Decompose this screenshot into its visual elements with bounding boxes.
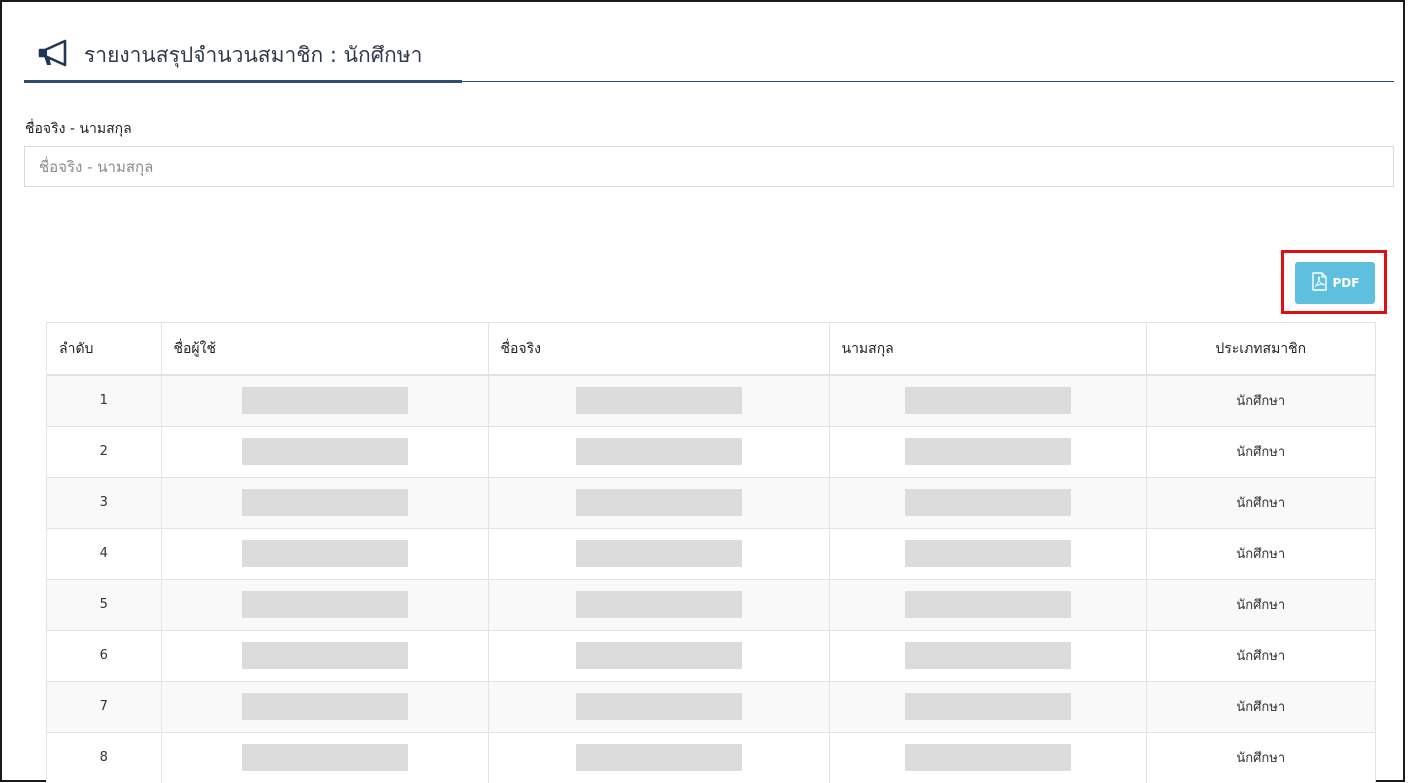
- row-number: 2: [47, 425, 162, 477]
- redacted-firstname: [575, 540, 742, 567]
- redacted-username: [241, 540, 408, 567]
- table-row: 3 นักศึกษา: [47, 476, 1375, 528]
- header-underline: [24, 80, 462, 83]
- column-header-firstname[interactable]: ชื่อจริง: [488, 323, 830, 376]
- table-header-row: ลำดับ ชื่อผู้ใช้ ชื่อจริง นามสกุล ประเภท…: [47, 323, 1375, 376]
- redacted-firstname: [575, 693, 742, 720]
- redacted-username: [241, 693, 408, 720]
- redacted-username: [241, 387, 408, 415]
- column-header-number[interactable]: ลำดับ: [47, 323, 162, 376]
- row-number: 7: [47, 680, 162, 732]
- row-number: 3: [47, 476, 162, 528]
- redacted-firstname: [575, 744, 742, 772]
- redacted-lastname: [904, 540, 1071, 567]
- megaphone-icon: [38, 38, 72, 68]
- row-number: 6: [47, 629, 162, 681]
- member-type-cell: นักศึกษา: [1146, 629, 1375, 681]
- member-type-cell: นักศึกษา: [1146, 425, 1375, 477]
- redacted-username: [241, 642, 408, 669]
- redacted-username: [241, 744, 408, 772]
- table-row: 8 นักศึกษา: [47, 731, 1375, 783]
- redacted-username: [241, 591, 408, 618]
- member-type-cell: นักศึกษา: [1146, 680, 1375, 732]
- row-number: 4: [47, 527, 162, 579]
- redacted-lastname: [904, 693, 1071, 720]
- row-number: 8: [47, 731, 162, 783]
- redacted-firstname: [575, 438, 742, 465]
- table-row: 5 นักศึกษา: [47, 578, 1375, 630]
- redacted-firstname: [575, 489, 742, 516]
- report-header: รายงานสรุปจำนวนสมาชิก : นักศึกษา: [24, 32, 1394, 83]
- redacted-username: [241, 489, 408, 516]
- redacted-firstname: [575, 387, 742, 415]
- member-table: ลำดับ ชื่อผู้ใช้ ชื่อจริง นามสกุล ประเภท…: [47, 323, 1375, 783]
- pdf-export-button[interactable]: PDF: [1295, 262, 1375, 304]
- pdf-button-label: PDF: [1332, 276, 1360, 290]
- row-number: 1: [47, 374, 162, 426]
- table-row: 4 นักศึกษา: [47, 527, 1375, 579]
- redacted-lastname: [904, 489, 1071, 516]
- member-type-cell: นักศึกษา: [1146, 527, 1375, 579]
- member-type-cell: นักศึกษา: [1146, 578, 1375, 630]
- column-header-member-type[interactable]: ประเภทสมาชิก: [1146, 323, 1375, 376]
- page-title: รายงานสรุปจำนวนสมาชิก : นักศึกษา: [84, 43, 423, 67]
- pdf-file-icon: [1311, 272, 1328, 294]
- name-search-input[interactable]: [24, 146, 1394, 187]
- redacted-firstname: [575, 591, 742, 618]
- name-field-label: ชื่อจริง - นามสกุล: [25, 121, 132, 137]
- redacted-firstname: [575, 642, 742, 669]
- table-row: 6 นักศึกษา: [47, 629, 1375, 681]
- table-row: 2 นักศึกษา: [47, 425, 1375, 477]
- redacted-lastname: [904, 744, 1071, 772]
- column-header-username[interactable]: ชื่อผู้ใช้: [161, 323, 489, 376]
- report-panel: รายงานสรุปจำนวนสมาชิก : นักศึกษา ชื่อจริ…: [0, 0, 1405, 783]
- column-header-lastname[interactable]: นามสกุล: [829, 323, 1147, 376]
- member-type-cell: นักศึกษา: [1146, 731, 1375, 783]
- row-number: 5: [47, 578, 162, 630]
- table-row: 7 นักศึกษา: [47, 680, 1375, 732]
- redacted-username: [241, 438, 408, 465]
- redacted-lastname: [904, 642, 1071, 669]
- member-table-container: ลำดับ ชื่อผู้ใช้ ชื่อจริง นามสกุล ประเภท…: [46, 322, 1376, 783]
- member-type-cell: นักศึกษา: [1146, 374, 1375, 426]
- member-type-cell: นักศึกษา: [1146, 476, 1375, 528]
- redacted-lastname: [904, 438, 1071, 465]
- redacted-lastname: [904, 387, 1071, 415]
- redacted-lastname: [904, 591, 1071, 618]
- table-row: 1 นักศึกษา: [47, 374, 1375, 426]
